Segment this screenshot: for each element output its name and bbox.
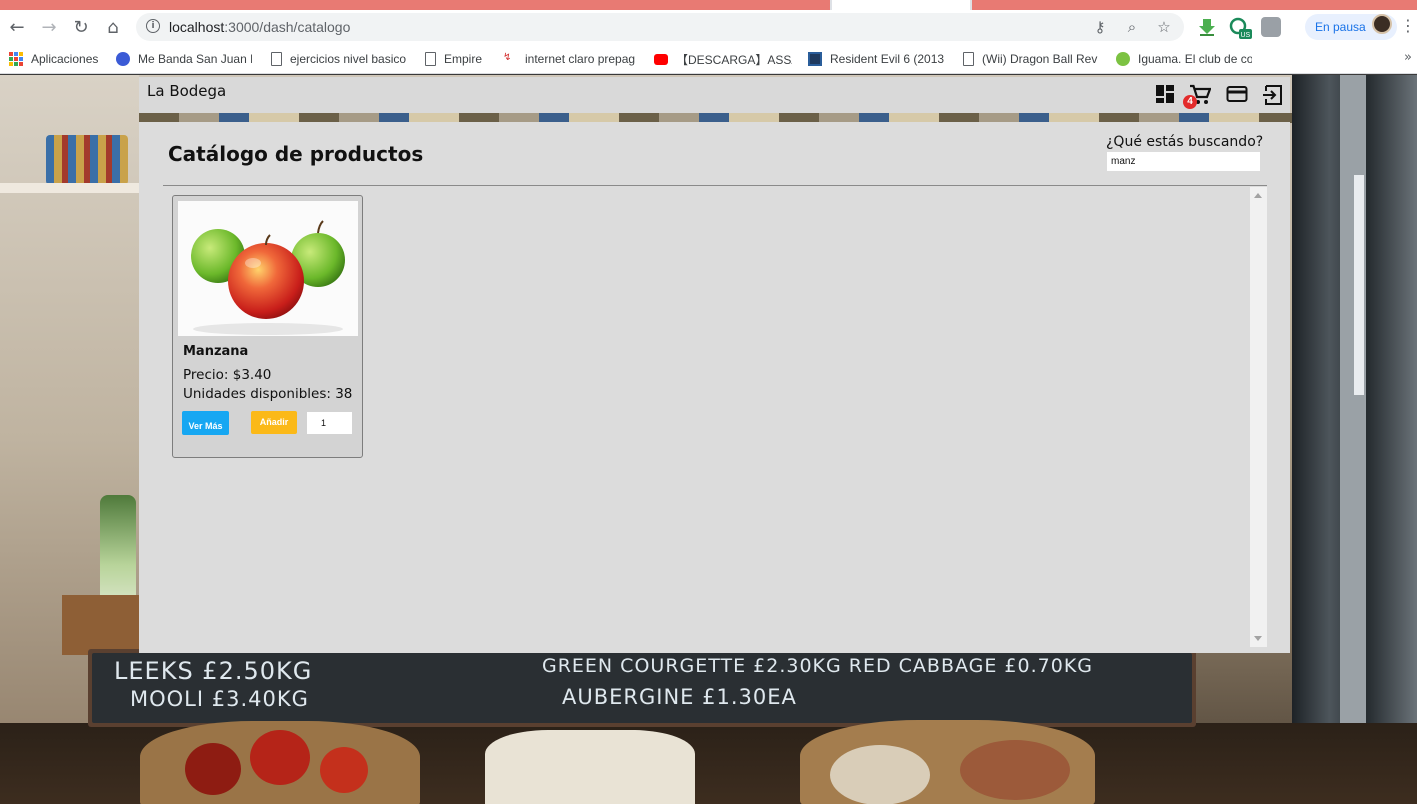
browser-toolbar: ← → ↻ ⌂ i localhost:3000/dash/catalogo ⚷… <box>0 10 1417 44</box>
page-icon <box>425 52 436 66</box>
bookmark-apps[interactable]: Aplicaciones <box>9 51 104 67</box>
background-shelf <box>0 183 139 193</box>
youtube-icon <box>654 53 668 65</box>
key-icon[interactable]: ⚷ <box>1090 17 1110 37</box>
extension-icon[interactable] <box>1261 17 1281 37</box>
bookmark-star-icon[interactable]: ☆ <box>1154 17 1174 37</box>
url-path: :3000/dash/catalogo <box>224 19 351 35</box>
bookmark-item[interactable]: Iguama. El club de co <box>1116 51 1252 67</box>
background-sack <box>485 730 695 804</box>
quantity-input[interactable] <box>307 412 352 434</box>
bookmark-label: ejercicios nivel basico <box>290 52 407 66</box>
background-pepper <box>250 730 310 785</box>
iguama-icon <box>1116 52 1130 66</box>
browser-menu-icon[interactable]: ⋮ <box>1400 16 1416 35</box>
bookmark-label: Empire <box>444 52 483 66</box>
browser-tabstrip <box>0 0 1417 10</box>
product-image <box>178 201 358 336</box>
browser-tab-active[interactable] <box>832 0 970 10</box>
scroll-down-icon[interactable] <box>1254 636 1262 641</box>
profile-avatar[interactable] <box>1372 14 1392 34</box>
url-host: localhost <box>169 19 225 35</box>
bookmarks-overflow-icon[interactable]: » <box>1404 50 1412 65</box>
search-input[interactable] <box>1107 152 1260 171</box>
dashboard-icon[interactable] <box>1155 84 1177 106</box>
bookmark-item[interactable]: Me Banda San Juan M <box>116 51 252 67</box>
product-card: Manzana Precio: $3.40 Unidades disponibl… <box>172 195 363 458</box>
view-more-button[interactable]: Ver Más <box>182 411 229 435</box>
browser-tab[interactable] <box>972 0 1417 10</box>
home-icon[interactable]: ⌂ <box>100 14 126 40</box>
zoom-icon[interactable]: ⌕ <box>1122 17 1142 37</box>
bookmark-label: Me Banda San Juan M <box>138 52 252 66</box>
address-bar[interactable]: i localhost:3000/dash/catalogo ⚷ ⌕ ☆ <box>136 13 1184 41</box>
background-crate <box>62 595 140 655</box>
chalk-text: AUBERGINE £1.30EA <box>562 685 797 709</box>
apps-grid-icon <box>9 52 23 66</box>
profile-paused-label: En pausa <box>1315 20 1366 34</box>
background-jar <box>46 135 128 185</box>
address-url[interactable]: localhost:3000/dash/catalogo <box>169 19 350 35</box>
music-icon <box>116 52 130 66</box>
search-label: ¿Qué estás buscando? <box>1106 134 1264 150</box>
reload-icon[interactable]: ↻ <box>68 14 94 40</box>
bookmark-item[interactable]: ↯ internet claro prepag <box>503 51 636 67</box>
bookmark-label: internet claro prepag <box>525 52 636 66</box>
bookmark-label: Resident Evil 6 (2013) <box>830 52 944 66</box>
chalkboard: LEEKS £2.50KG MOOLI £3.40KG GREEN COURGE… <box>92 653 1192 723</box>
product-stock: Unidades disponibles: 38 <box>183 386 353 402</box>
translate-extension-icon[interactable]: US <box>1229 17 1252 39</box>
brand-name[interactable]: La Bodega <box>147 82 226 100</box>
page-title: Catálogo de productos <box>168 142 424 166</box>
svg-text:US: US <box>1241 32 1251 39</box>
background-door-strip <box>1354 175 1364 395</box>
game-icon <box>808 52 822 66</box>
catalog-scrollbar[interactable] <box>1250 187 1267 647</box>
forward-icon[interactable]: → <box>36 14 62 40</box>
download-extension-icon[interactable] <box>1197 17 1217 37</box>
chalk-text: LEEKS £2.50KG <box>114 657 313 685</box>
catalog-panel: Catálogo de productos ¿Qué estás buscand… <box>139 122 1290 653</box>
back-icon[interactable]: ← <box>4 14 30 40</box>
background-pepper <box>320 747 368 793</box>
bookmark-item[interactable]: (Wii) Dragon Ball Rev <box>963 51 1099 67</box>
bookmark-label: Aplicaciones <box>31 52 99 66</box>
background-pepper <box>185 743 241 795</box>
claro-icon: ↯ <box>503 52 512 63</box>
browser-tab[interactable] <box>0 0 830 10</box>
site-info-icon[interactable]: i <box>146 19 160 33</box>
add-to-cart-button[interactable]: Añadir <box>251 411 297 434</box>
cart-count-badge: 4 <box>1183 95 1197 109</box>
page-icon <box>271 52 282 66</box>
bookmark-item[interactable]: 【DESCARGA】ASSASS <box>654 51 792 67</box>
product-price: Precio: $3.40 <box>183 367 272 383</box>
bookmark-label: Iguama. El club de co <box>1138 52 1252 66</box>
chalk-text: GREEN COURGETTE £2.30KG RED CABBAGE £0.7… <box>542 655 1093 677</box>
title-divider <box>163 185 1267 186</box>
logout-icon[interactable] <box>1262 84 1284 106</box>
chalk-text: MOOLI £3.40KG <box>130 687 309 711</box>
bookmark-label: 【DESCARGA】ASSASS <box>676 52 792 67</box>
page-icon <box>963 52 974 66</box>
scroll-up-icon[interactable] <box>1254 193 1262 198</box>
product-name: Manzana <box>183 344 249 359</box>
background-shallots <box>960 740 1070 800</box>
bookmark-item[interactable]: Empire <box>425 51 487 67</box>
app-navbar: La Bodega 4 <box>139 77 1290 113</box>
bookmark-item[interactable]: ejercicios nivel basico <box>271 51 407 67</box>
bookmark-label: (Wii) Dragon Ball Rev <box>982 52 1098 66</box>
bookmarks-bar: Aplicaciones Me Banda San Juan M ejercic… <box>0 44 1417 74</box>
bookmark-item[interactable]: Resident Evil 6 (2013) <box>808 51 944 67</box>
background-garlic <box>830 745 930 804</box>
card-icon[interactable] <box>1226 84 1248 106</box>
